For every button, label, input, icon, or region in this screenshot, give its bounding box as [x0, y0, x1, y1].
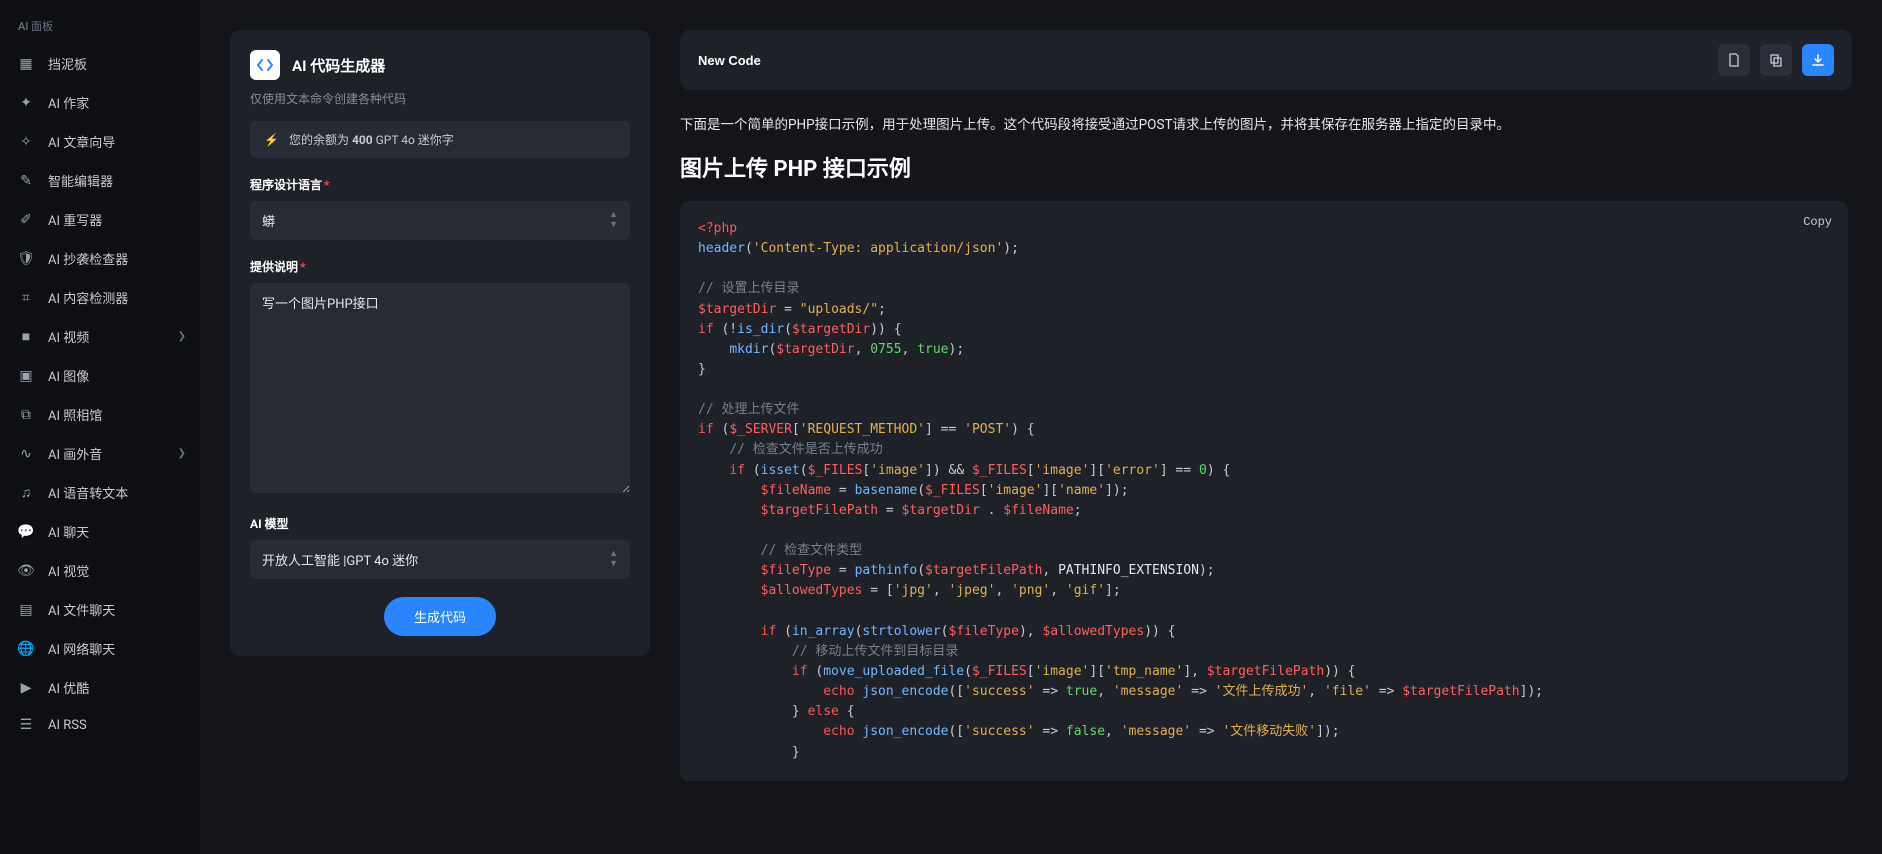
sidebar-item-label: AI 视频 — [48, 327, 89, 346]
youtube-icon: ▶ — [18, 680, 34, 696]
video-icon: ■ — [18, 329, 34, 345]
sidebar-item-voiceover[interactable]: ∿ AI 画外音 ❯ — [0, 434, 200, 473]
sidebar-item-label: AI 文章向导 — [48, 132, 115, 151]
sidebar-item-article-wizard[interactable]: ✧ AI 文章向导 — [0, 122, 200, 161]
rss-icon: ☰ — [18, 717, 34, 733]
instructions-label: 提供说明* — [250, 258, 630, 275]
sidebar: AI 面板 ▦ 挡泥板 ✦ AI 作家 ✧ AI 文章向导 ✎ 智能编辑器 ✐ … — [0, 0, 200, 854]
output-panel: 下面是一个简单的PHP接口示例，用于处理图片上传。这个代码段将接受通过POST请… — [680, 30, 1852, 854]
sidebar-item-label: AI 文件聊天 — [48, 600, 115, 619]
sidebar-item-chat[interactable]: 💬 AI 聊天 — [0, 512, 200, 551]
sidebar-item-smart-editor[interactable]: ✎ 智能编辑器 — [0, 161, 200, 200]
document-button[interactable] — [1718, 44, 1750, 76]
select-chevron-icon: ▲▼ — [609, 211, 618, 230]
sidebar-item-label: AI 重写器 — [48, 210, 102, 229]
language-select[interactable]: 蟒 ▲▼ — [250, 201, 630, 240]
sidebar-item-label: AI 优酷 — [48, 678, 89, 697]
sidebar-section-header: AI 面板 — [0, 18, 200, 44]
sidebar-item-label: AI 网络聊天 — [48, 639, 115, 658]
audio-icon: ♫ — [18, 485, 34, 501]
code-generator-form: AI 代码生成器 仅使用文本命令创建各种代码 ⚡ 您的余额为 400 GPT 4… — [230, 30, 650, 656]
sidebar-item-web-chat[interactable]: 🌐 AI 网络聊天 — [0, 629, 200, 668]
sidebar-item-label: AI 语音转文本 — [48, 483, 128, 502]
code-block: Copy <?php header('Content-Type: applica… — [680, 201, 1848, 781]
sidebar-item-image[interactable]: ▣ AI 图像 — [0, 356, 200, 395]
model-label: AI 模型 — [250, 515, 630, 532]
sidebar-item-label: AI 图像 — [48, 366, 89, 385]
panel-subtitle: 仅使用文本命令创建各种代码 — [250, 90, 630, 107]
instructions-textarea[interactable] — [250, 283, 630, 493]
sidebar-item-rss[interactable]: ☰ AI RSS — [0, 707, 200, 743]
select-chevron-icon: ▲▼ — [609, 550, 618, 569]
sidebar-item-label: AI 内容检测器 — [48, 288, 128, 307]
pen-icon: ✎ — [18, 173, 34, 189]
panel-title: AI 代码生成器 — [292, 55, 385, 76]
sidebar-item-rewriter[interactable]: ✐ AI 重写器 — [0, 200, 200, 239]
chevron-right-icon: ❯ — [178, 331, 186, 342]
sidebar-item-dashboard[interactable]: ▦ 挡泥板 — [0, 44, 200, 83]
code-copy-button[interactable]: Copy — [1803, 213, 1832, 232]
model-select[interactable]: 开放人工智能 |GPT 4o 迷你 ▲▼ — [250, 540, 630, 579]
pencil-icon: ✐ — [18, 212, 34, 228]
sidebar-item-label: AI 聊天 — [48, 522, 89, 541]
code-content: <?php header('Content-Type: application/… — [698, 219, 1830, 763]
output-heading: 图片上传 PHP 接口示例 — [680, 151, 1848, 183]
language-value: 蟒 — [262, 211, 275, 230]
export-button[interactable] — [1802, 44, 1834, 76]
shield-icon: 🛡 — [18, 251, 34, 267]
sidebar-item-label: AI 视觉 — [48, 561, 89, 580]
sidebar-item-plagiarism[interactable]: 🛡 AI 抄袭检查器 — [0, 239, 200, 278]
language-label: 程序设计语言* — [250, 176, 630, 193]
web-icon: 🌐 — [18, 641, 34, 657]
generate-button[interactable]: 生成代码 — [384, 597, 496, 636]
sidebar-item-label: AI 照相馆 — [48, 405, 102, 424]
chevron-right-icon: ❯ — [178, 448, 186, 459]
eye-icon: 👁 — [18, 563, 34, 579]
output-description: 下面是一个简单的PHP接口示例，用于处理图片上传。这个代码段将接受通过POST请… — [680, 114, 1848, 137]
sidebar-item-youku[interactable]: ▶ AI 优酷 — [0, 668, 200, 707]
sidebar-item-label: AI 作家 — [48, 93, 89, 112]
balance-box: ⚡ 您的余额为 400 GPT 4o 迷你字 — [250, 121, 630, 158]
sidebar-item-speech-to-text[interactable]: ♫ AI 语音转文本 — [0, 473, 200, 512]
scan-icon: ⌗ — [18, 290, 34, 306]
sidebar-item-video[interactable]: ■ AI 视频 ❯ — [0, 317, 200, 356]
gallery-icon: ⧉ — [18, 407, 34, 423]
sidebar-item-gallery[interactable]: ⧉ AI 照相馆 — [0, 395, 200, 434]
copy-button[interactable] — [1760, 44, 1792, 76]
balance-text: 您的余额为 400 GPT 4o 迷你字 — [289, 131, 454, 148]
sidebar-item-vision[interactable]: 👁 AI 视觉 — [0, 551, 200, 590]
sidebar-item-file-chat[interactable]: ▤ AI 文件聊天 — [0, 590, 200, 629]
dashboard-icon: ▦ — [18, 56, 34, 72]
code-icon — [250, 50, 280, 80]
sidebar-item-label: 挡泥板 — [48, 54, 87, 73]
output-title-input[interactable] — [698, 53, 1708, 68]
bolt-icon: ⚡ — [264, 133, 279, 147]
sparkle-icon: ✦ — [18, 95, 34, 111]
sidebar-item-label: AI RSS — [48, 718, 87, 733]
sidebar-item-label: 智能编辑器 — [48, 171, 113, 190]
filechat-icon: ▤ — [18, 602, 34, 618]
sidebar-item-writer[interactable]: ✦ AI 作家 — [0, 83, 200, 122]
wave-icon: ∿ — [18, 446, 34, 462]
image-icon: ▣ — [18, 368, 34, 384]
sidebar-item-label: AI 抄袭检查器 — [48, 249, 128, 268]
sidebar-item-detector[interactable]: ⌗ AI 内容检测器 — [0, 278, 200, 317]
wand-icon: ✧ — [18, 134, 34, 150]
model-value: 开放人工智能 |GPT 4o 迷你 — [262, 550, 418, 569]
chat-icon: 💬 — [18, 524, 34, 540]
sidebar-item-label: AI 画外音 — [48, 444, 102, 463]
output-header — [680, 30, 1852, 90]
